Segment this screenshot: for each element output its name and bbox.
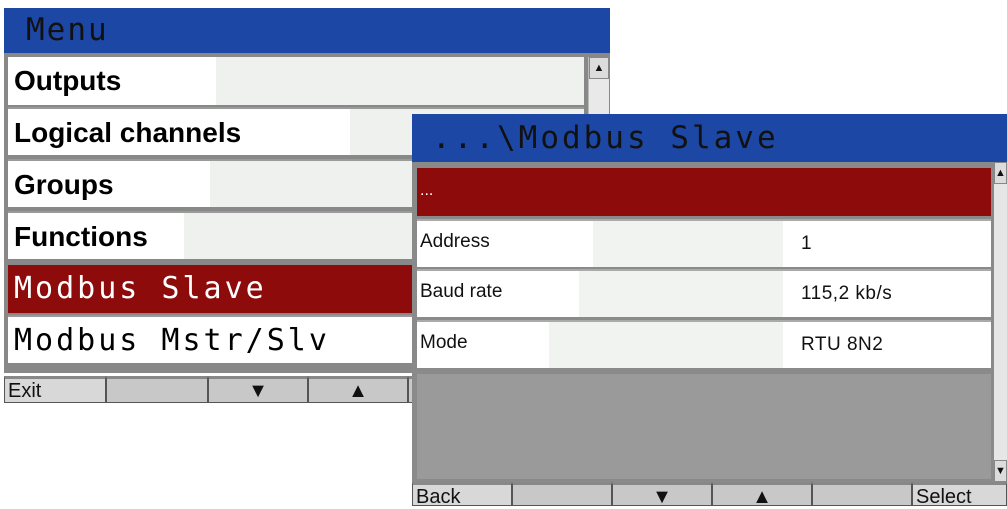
param-value: RTU 8N2 [801, 334, 884, 355]
empty-area [417, 374, 991, 479]
param-name: Mode [420, 332, 468, 353]
scroll-down-icon[interactable]: ▼ [994, 460, 1007, 482]
back-row[interactable]: ... [417, 168, 991, 216]
exit-button[interactable]: Exit [4, 376, 106, 403]
menu-item-outputs[interactable]: Outputs [8, 57, 584, 105]
submenu-title: ...\Modbus Slave [432, 120, 779, 156]
mode-row[interactable]: Mode RTU 8N2 [417, 320, 991, 368]
back-row-label: ... [420, 182, 434, 199]
submenu-title-bar: ...\Modbus Slave [412, 114, 1007, 162]
down-arrow-button[interactable]: ▼ [612, 482, 712, 508]
menu-item-label: Modbus Mstr/Slv [14, 323, 330, 358]
submenu-softkey-bar: Back ▼ ▲ Select [412, 482, 1007, 508]
softkey-blank-button[interactable] [512, 482, 612, 506]
param-name: Address [420, 231, 490, 252]
param-value: 115,2 kb/s [801, 283, 893, 304]
select-button[interactable]: Select [912, 482, 1007, 508]
submenu-scrollbar[interactable]: ▲ ▼ [994, 162, 1007, 482]
modbus-slave-window: ...\Modbus Slave ... Address 1 Baud rate… [412, 114, 1007, 508]
menu-item-label: Groups [14, 169, 114, 200]
softkey-blank-button[interactable] [812, 482, 912, 506]
down-arrow-button[interactable]: ▼ [208, 376, 308, 403]
menu-item-label: Outputs [14, 65, 122, 96]
back-button[interactable]: Back [412, 482, 512, 508]
menu-item-label: Logical channels [14, 117, 242, 148]
up-arrow-button[interactable]: ▲ [712, 482, 812, 508]
menu-title-bar: Menu [4, 8, 610, 53]
scroll-up-icon[interactable]: ▲ [589, 57, 609, 79]
baud-rate-row[interactable]: Baud rate 115,2 kb/s [417, 269, 991, 317]
menu-title: Menu [26, 12, 109, 48]
param-name: Baud rate [420, 281, 503, 302]
menu-item-label: Functions [14, 221, 148, 252]
softkey-blank-button[interactable] [106, 376, 208, 403]
menu-item-label: Modbus Slave [14, 271, 267, 306]
scroll-up-icon[interactable]: ▲ [994, 162, 1007, 184]
param-value: 1 [801, 233, 813, 254]
address-row[interactable]: Address 1 [417, 219, 991, 267]
up-arrow-button[interactable]: ▲ [308, 376, 408, 403]
parameter-list: ... Address 1 Baud rate 115,2 kb/s Mode … [412, 162, 1007, 482]
